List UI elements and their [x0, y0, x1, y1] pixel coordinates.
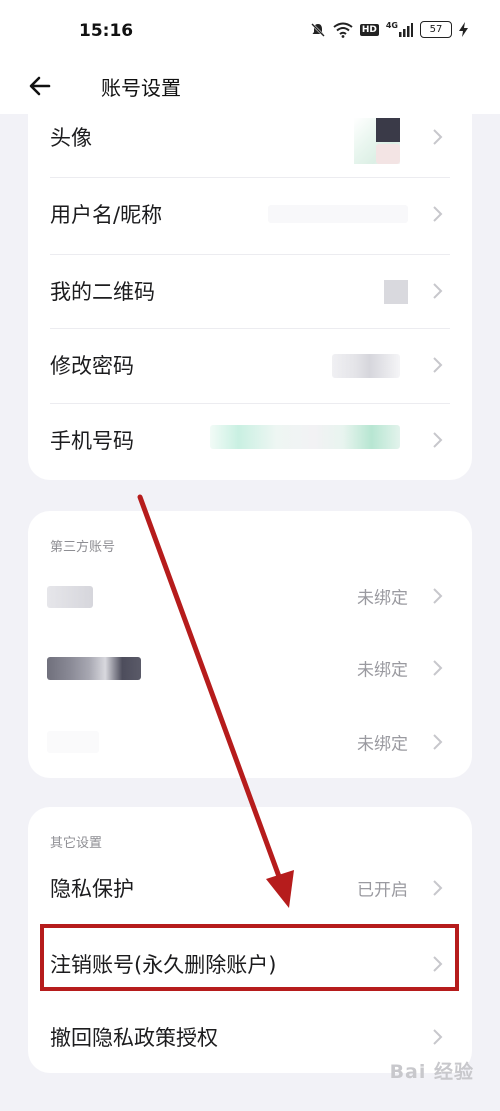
- page-title: 账号设置: [101, 76, 181, 100]
- back-button[interactable]: [24, 68, 60, 104]
- phone-value-redacted: [210, 425, 400, 449]
- avatar-label: 头像: [50, 126, 92, 150]
- chevron-right-icon: [433, 206, 443, 222]
- hd-badge: HD: [359, 23, 379, 36]
- password-value-redacted: [332, 354, 400, 378]
- privacy-protection-row[interactable]: 隐私保护 已开启: [28, 851, 472, 925]
- phone-number-row[interactable]: 手机号码: [28, 403, 472, 477]
- bind-status: 未绑定: [357, 734, 408, 755]
- bind-status: 未绑定: [357, 588, 408, 609]
- chevron-right-icon: [433, 357, 443, 373]
- revoke-privacy-consent-label: 撤回隐私政策授权: [50, 1026, 218, 1050]
- divider: [50, 177, 450, 178]
- third-party-name-redacted: [47, 657, 141, 680]
- privacy-protection-label: 隐私保护: [50, 877, 134, 901]
- username-row[interactable]: 用户名/昵称: [28, 177, 472, 251]
- avatar: [354, 118, 400, 164]
- chevron-right-icon: [433, 880, 443, 896]
- mute-bell-icon: [310, 22, 325, 37]
- status-bar: 15:16 HD 4G 57: [0, 0, 500, 62]
- qrcode-row[interactable]: 我的二维码: [28, 254, 472, 328]
- battery-level: 57: [420, 21, 452, 38]
- qrcode-thumbnail: [384, 280, 408, 304]
- watermark-text: Bai 经验: [389, 1061, 474, 1083]
- baidu-watermark: Bai 经验: [390, 1057, 474, 1084]
- change-password-label: 修改密码: [50, 354, 134, 378]
- username-value-redacted: [268, 205, 408, 223]
- chevron-right-icon: [433, 283, 443, 299]
- divider: [50, 328, 450, 329]
- chevron-right-icon: [433, 660, 443, 676]
- status-time: 15:16: [79, 21, 134, 41]
- account-settings-card: 头像 用户名/昵称 我的二维码 修改密码 手机号码: [28, 100, 472, 480]
- chevron-right-icon: [433, 734, 443, 750]
- chevron-right-icon: [433, 588, 443, 604]
- third-party-row[interactable]: 未绑定: [28, 559, 472, 633]
- signal-icon: [399, 23, 413, 37]
- annotation-highlight-box: [40, 924, 459, 991]
- avatar-image: [376, 118, 400, 142]
- username-label: 用户名/昵称: [50, 203, 163, 227]
- bind-status: 未绑定: [357, 660, 408, 681]
- chevron-right-icon: [433, 432, 443, 448]
- avatar-image-lower: [376, 144, 400, 164]
- section-title: 第三方账号: [50, 540, 116, 555]
- third-party-name-redacted: [47, 731, 99, 753]
- change-password-row[interactable]: 修改密码: [28, 328, 472, 402]
- chevron-right-icon: [433, 129, 443, 145]
- network-type: 4G: [385, 21, 398, 30]
- status-icons: HD 4G 57: [310, 21, 468, 38]
- qrcode-label: 我的二维码: [50, 280, 155, 304]
- privacy-protection-status: 已开启: [357, 880, 408, 901]
- wifi-icon: [333, 22, 353, 38]
- section-title: 其它设置: [50, 836, 103, 851]
- phone-number-label: 手机号码: [50, 429, 134, 453]
- third-party-row[interactable]: 未绑定: [28, 705, 472, 779]
- third-party-name-redacted: [47, 586, 93, 608]
- avatar-row[interactable]: 头像: [28, 100, 472, 174]
- divider: [50, 403, 450, 404]
- charging-icon: [459, 22, 468, 37]
- divider: [50, 254, 450, 255]
- back-arrow-icon: [29, 76, 51, 96]
- third-party-row[interactable]: 未绑定: [28, 631, 472, 705]
- chevron-right-icon: [433, 1029, 443, 1045]
- third-party-accounts-card: 第三方账号 未绑定 未绑定 未绑定: [28, 511, 472, 778]
